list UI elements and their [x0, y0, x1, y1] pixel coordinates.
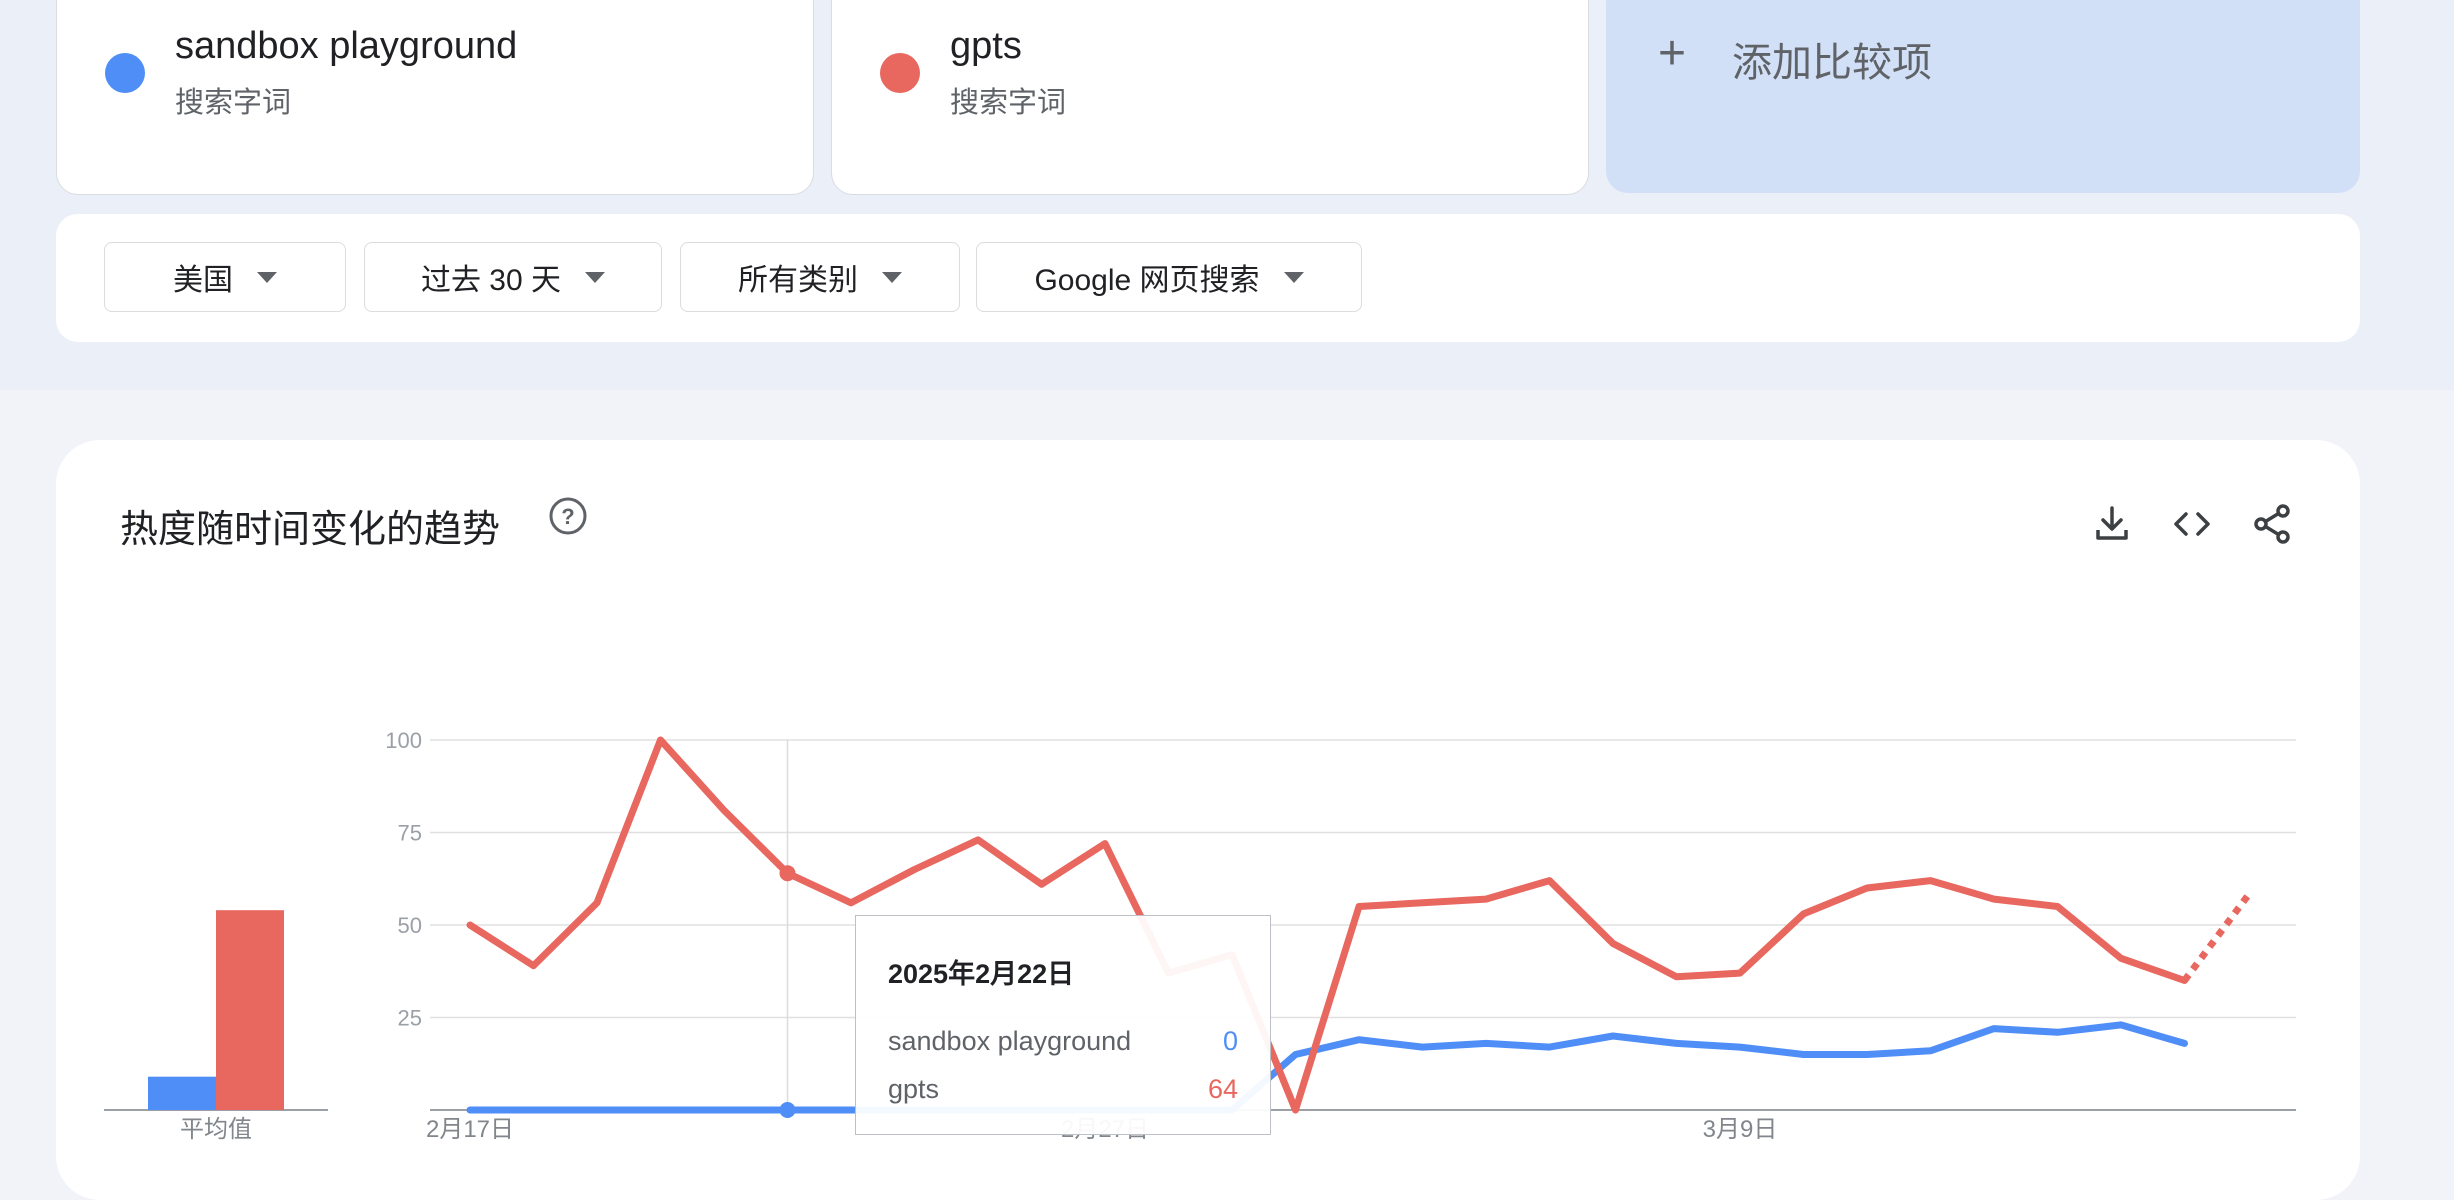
tooltip-term-value: 0: [1222, 1026, 1238, 1056]
y-tick-label: 25: [398, 1006, 422, 1031]
average-label: 平均值: [180, 1116, 252, 1143]
y-tick-label: 100: [385, 728, 422, 753]
y-tick-label: 75: [398, 821, 422, 846]
tooltip-row-sandbox-playground: sandbox playground 0: [888, 1026, 1238, 1057]
average-bar: [216, 910, 284, 1110]
x-tick-label: 2月17日: [426, 1116, 514, 1143]
data-tooltip: 2025年2月22日 sandbox playground 0 gpts 64: [855, 915, 1271, 1135]
average-bar: [148, 1076, 216, 1110]
tooltip-term-value: 64: [1207, 1074, 1238, 1104]
tooltip-term-name: sandbox playground: [888, 1026, 1132, 1056]
series-line: [466, 1021, 2188, 1114]
tooltip-row-gpts: gpts 64: [888, 1074, 1238, 1105]
tooltip-term-name: gpts: [888, 1074, 940, 1104]
tooltip-date: 2025年2月22日: [888, 959, 1075, 989]
hover-point: [779, 865, 796, 882]
hover-point: [779, 1102, 796, 1118]
x-tick-label: 3月9日: [1703, 1116, 1778, 1143]
series-line-partial: [2181, 893, 2251, 983]
y-tick-label: 50: [398, 913, 422, 938]
